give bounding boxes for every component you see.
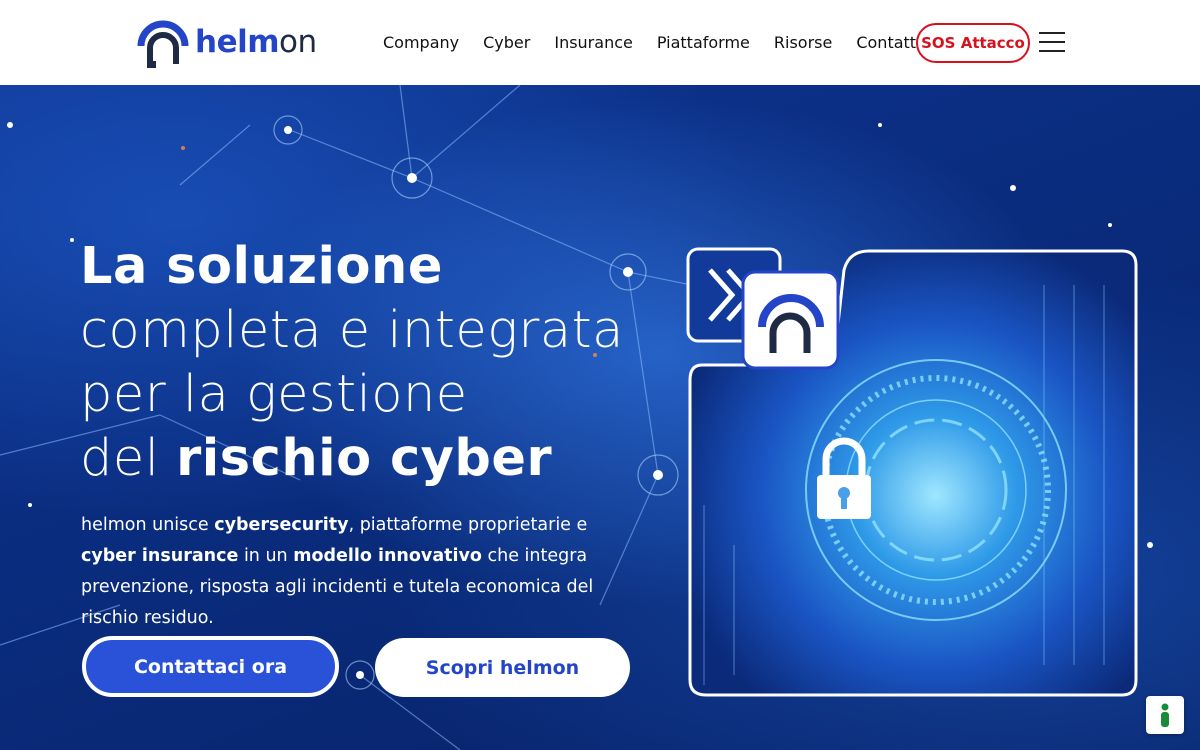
- accessibility-person-icon: [1161, 703, 1169, 727]
- helmon-logo-icon: [741, 270, 840, 370]
- accessibility-widget-button[interactable]: [1146, 696, 1184, 734]
- main-nav: Company Cyber Insurance Piattaforme Riso…: [383, 0, 945, 85]
- site-header: helmon Company Cyber Insurance Piattafor…: [0, 0, 1200, 85]
- hero-headline: La soluzione completa e integrata per la…: [80, 235, 624, 491]
- helmon-logo-icon: [137, 20, 189, 68]
- headline-line-3: per la gestione: [80, 365, 468, 424]
- scopri-helmon-button[interactable]: Scopri helmon: [375, 638, 630, 697]
- nav-item-company[interactable]: Company: [383, 33, 459, 52]
- security-illustration: [686, 247, 1138, 697]
- headline-line-4: del rischio cyber: [80, 429, 553, 488]
- logo-wordmark: helmon: [195, 24, 317, 60]
- hero-section: La soluzione completa e integrata per la…: [0, 85, 1200, 750]
- hero-description: helmon unisce cybersecurity, piattaforme…: [81, 515, 594, 628]
- hamburger-icon[interactable]: [1039, 32, 1065, 52]
- helmon-logo[interactable]: helmon: [137, 16, 317, 68]
- nav-item-contatti[interactable]: Contatti: [856, 33, 920, 52]
- contattaci-ora-button[interactable]: Contattaci ora: [82, 636, 339, 697]
- nav-item-piattaforme[interactable]: Piattaforme: [657, 33, 750, 52]
- nav-item-cyber[interactable]: Cyber: [483, 33, 530, 52]
- headline-line-1: La soluzione: [80, 237, 443, 296]
- headline-line-2: completa e integrata: [80, 301, 624, 360]
- sos-attacco-button[interactable]: SOS Attacco: [916, 23, 1030, 63]
- nav-item-risorse[interactable]: Risorse: [774, 33, 832, 52]
- nav-item-insurance[interactable]: Insurance: [554, 33, 633, 52]
